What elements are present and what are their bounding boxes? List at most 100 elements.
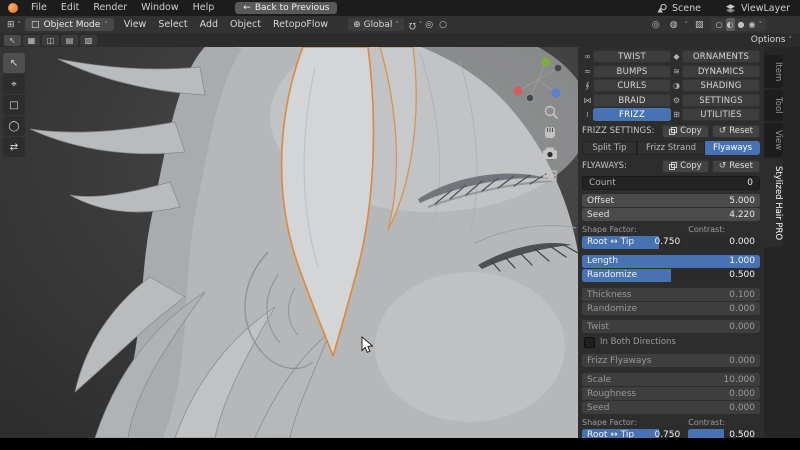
- menu-file[interactable]: File: [24, 0, 54, 16]
- flyaways-reset-button[interactable]: ↺ Reset: [711, 159, 760, 173]
- tab-item[interactable]: Item: [764, 55, 783, 89]
- scale-field[interactable]: Scale 10.000: [582, 373, 760, 386]
- root-tip2-slider[interactable]: Root ↔ Tip 0.750: [582, 429, 686, 438]
- options-caret-icon: ˅: [788, 36, 793, 44]
- in-both-directions-label: In Both Directions: [600, 337, 676, 347]
- tool-box-button[interactable]: □: [3, 95, 25, 115]
- copy-button[interactable]: Copy: [662, 124, 709, 138]
- flyaways-copy-button[interactable]: Copy: [662, 159, 709, 173]
- tool-annotate-button[interactable]: ◯: [3, 116, 25, 136]
- settings-button[interactable]: SETTINGS: [682, 93, 760, 107]
- twist-field[interactable]: Twist 0.000: [582, 320, 760, 333]
- menu-help[interactable]: Help: [186, 0, 222, 16]
- contrast2-slider[interactable]: 0.500: [688, 429, 760, 438]
- seed-field[interactable]: Seed 4.220: [582, 208, 760, 221]
- shading-rendered-icon[interactable]: ◉: [748, 18, 757, 31]
- twist-icon: ∞: [584, 52, 591, 61]
- flyaways-label: FLYAWAYS:: [582, 161, 627, 171]
- tab-split-tip[interactable]: Split Tip: [582, 141, 637, 155]
- braid-button[interactable]: BRAID: [593, 93, 671, 107]
- thickness-field[interactable]: Thickness 0.100: [582, 288, 760, 301]
- pan-hand-icon[interactable]: [545, 127, 555, 138]
- menu-add[interactable]: Add: [194, 19, 224, 30]
- dynamics-button[interactable]: DYNAMICS: [682, 64, 760, 78]
- cube-icon: □: [31, 19, 40, 30]
- tab-tool[interactable]: Tool: [764, 90, 783, 121]
- thickness-randomize-field[interactable]: Randomize 0.000: [582, 302, 760, 315]
- letterbox-bar: [0, 438, 800, 450]
- blender-logo-icon[interactable]: [8, 3, 18, 13]
- select-mode-4-icon[interactable]: ▧: [80, 34, 97, 46]
- tab-flyaways[interactable]: Flyaways: [705, 141, 760, 155]
- select-mode-3-icon[interactable]: ▤: [61, 34, 78, 46]
- overlays-toggle-icon[interactable]: ◍: [667, 20, 681, 30]
- menu-edit[interactable]: Edit: [54, 0, 86, 16]
- scene-selector[interactable]: Scene: [672, 3, 701, 14]
- active-tool-icon[interactable]: ↖: [4, 34, 21, 46]
- editor-type-icon[interactable]: ⊞: [4, 20, 18, 30]
- contrast2-label: Contrast:: [688, 418, 726, 427]
- tool-cursor-button[interactable]: ⌖: [3, 74, 25, 94]
- orientation-label: Global: [363, 19, 393, 30]
- tab-view[interactable]: View: [764, 122, 783, 158]
- menu-select[interactable]: Select: [152, 19, 193, 30]
- root-tip-slider[interactable]: Root ↔ Tip 0.750: [582, 236, 686, 249]
- xray-toggle-icon[interactable]: ▨: [692, 20, 707, 30]
- frizz-flyaways-field[interactable]: Frizz Flyaways 0.000: [582, 354, 760, 367]
- twist-button[interactable]: TWIST: [593, 50, 671, 63]
- contrast-slider[interactable]: 0.000: [688, 236, 760, 249]
- menu-object[interactable]: Object: [224, 19, 267, 30]
- menu-window[interactable]: Window: [134, 0, 185, 16]
- seed2-field[interactable]: Seed 0.000: [582, 401, 760, 414]
- stylized-hair-pro-panel: ∞ TWIST ◆ ORNAMENTS ≈ BUMPS ≋ DYNAMICS ∮…: [578, 47, 764, 438]
- randomize-slider[interactable]: Randomize 0.500: [582, 269, 760, 282]
- roughness-field[interactable]: Roughness 0.000: [582, 387, 760, 400]
- menu-retopoflow[interactable]: RetopoFlow: [267, 19, 334, 30]
- shading-mode-group: ○ ◐ ● ◉ ˅: [710, 18, 766, 31]
- reset-icon: ↺: [718, 160, 727, 171]
- transform-orientation-dropdown[interactable]: ⊕ Global ˅: [348, 18, 404, 31]
- tool-transform-button[interactable]: ⇄: [3, 137, 25, 157]
- length-slider[interactable]: Length 1.000: [582, 255, 760, 268]
- shading-caret-icon[interactable]: ˅: [759, 21, 763, 29]
- reset-button[interactable]: ↺ Reset: [711, 124, 760, 138]
- mode-label: Object Mode: [43, 19, 101, 30]
- count-field[interactable]: Count 0: [582, 176, 760, 190]
- utilities-button[interactable]: UTILITIES: [682, 108, 760, 121]
- snap-magnet-icon[interactable]: Ω: [406, 20, 419, 30]
- shading-wireframe-icon[interactable]: ○: [715, 18, 724, 31]
- tool-select-button[interactable]: ↖: [3, 53, 25, 73]
- select-mode-1-icon[interactable]: ▦: [23, 34, 40, 46]
- shading-solid-icon[interactable]: ◐: [725, 18, 735, 31]
- ornaments-button[interactable]: ORNAMENTS: [682, 50, 760, 63]
- shading-icon: ◑: [673, 81, 680, 90]
- options-dropdown[interactable]: Options ˅: [751, 35, 800, 45]
- gizmos-toggle-icon[interactable]: ◎: [649, 20, 663, 30]
- shading-material-icon[interactable]: ●: [737, 18, 746, 31]
- bumps-button[interactable]: BUMPS: [593, 64, 671, 78]
- select-mode-2-icon[interactable]: ◫: [42, 34, 59, 46]
- proportional-edit-icon[interactable]: ○: [436, 20, 450, 30]
- mode-selector-dropdown[interactable]: □ Object Mode ˅: [25, 18, 114, 31]
- frizz-icon: ≀: [586, 110, 589, 119]
- globe-icon: ⊕: [353, 19, 361, 30]
- axis-x-icon: [513, 86, 523, 96]
- overlays-caret-icon[interactable]: ˅: [685, 21, 689, 29]
- viewlayer-icon: [725, 3, 735, 13]
- curls-button[interactable]: CURLS: [593, 79, 671, 92]
- shading-button[interactable]: SHADING: [682, 79, 760, 92]
- tool-shelf: ↖ ⌖ □ ◯ ⇄: [3, 53, 25, 157]
- offset-field[interactable]: Offset 5.000: [582, 194, 760, 207]
- tab-stylized-hair-pro[interactable]: Stylized Hair PRO: [764, 159, 783, 248]
- back-to-previous-button[interactable]: ← Back to Previous: [235, 2, 338, 14]
- tab-frizz-strand[interactable]: Frizz Strand: [636, 141, 706, 155]
- frizz-button[interactable]: FRIZZ: [593, 108, 671, 121]
- menu-render[interactable]: Render: [86, 0, 134, 16]
- in-both-directions-checkbox[interactable]: [584, 336, 595, 348]
- pivot-point-icon[interactable]: ◎: [422, 20, 436, 30]
- top-menu-bar: File Edit Render Window Help ← Back to P…: [0, 0, 800, 16]
- utilities-icon: ⊞: [673, 110, 680, 119]
- viewlayer-selector[interactable]: ViewLayer: [741, 3, 790, 14]
- axis-z-icon: [551, 88, 561, 98]
- menu-view[interactable]: View: [118, 19, 153, 30]
